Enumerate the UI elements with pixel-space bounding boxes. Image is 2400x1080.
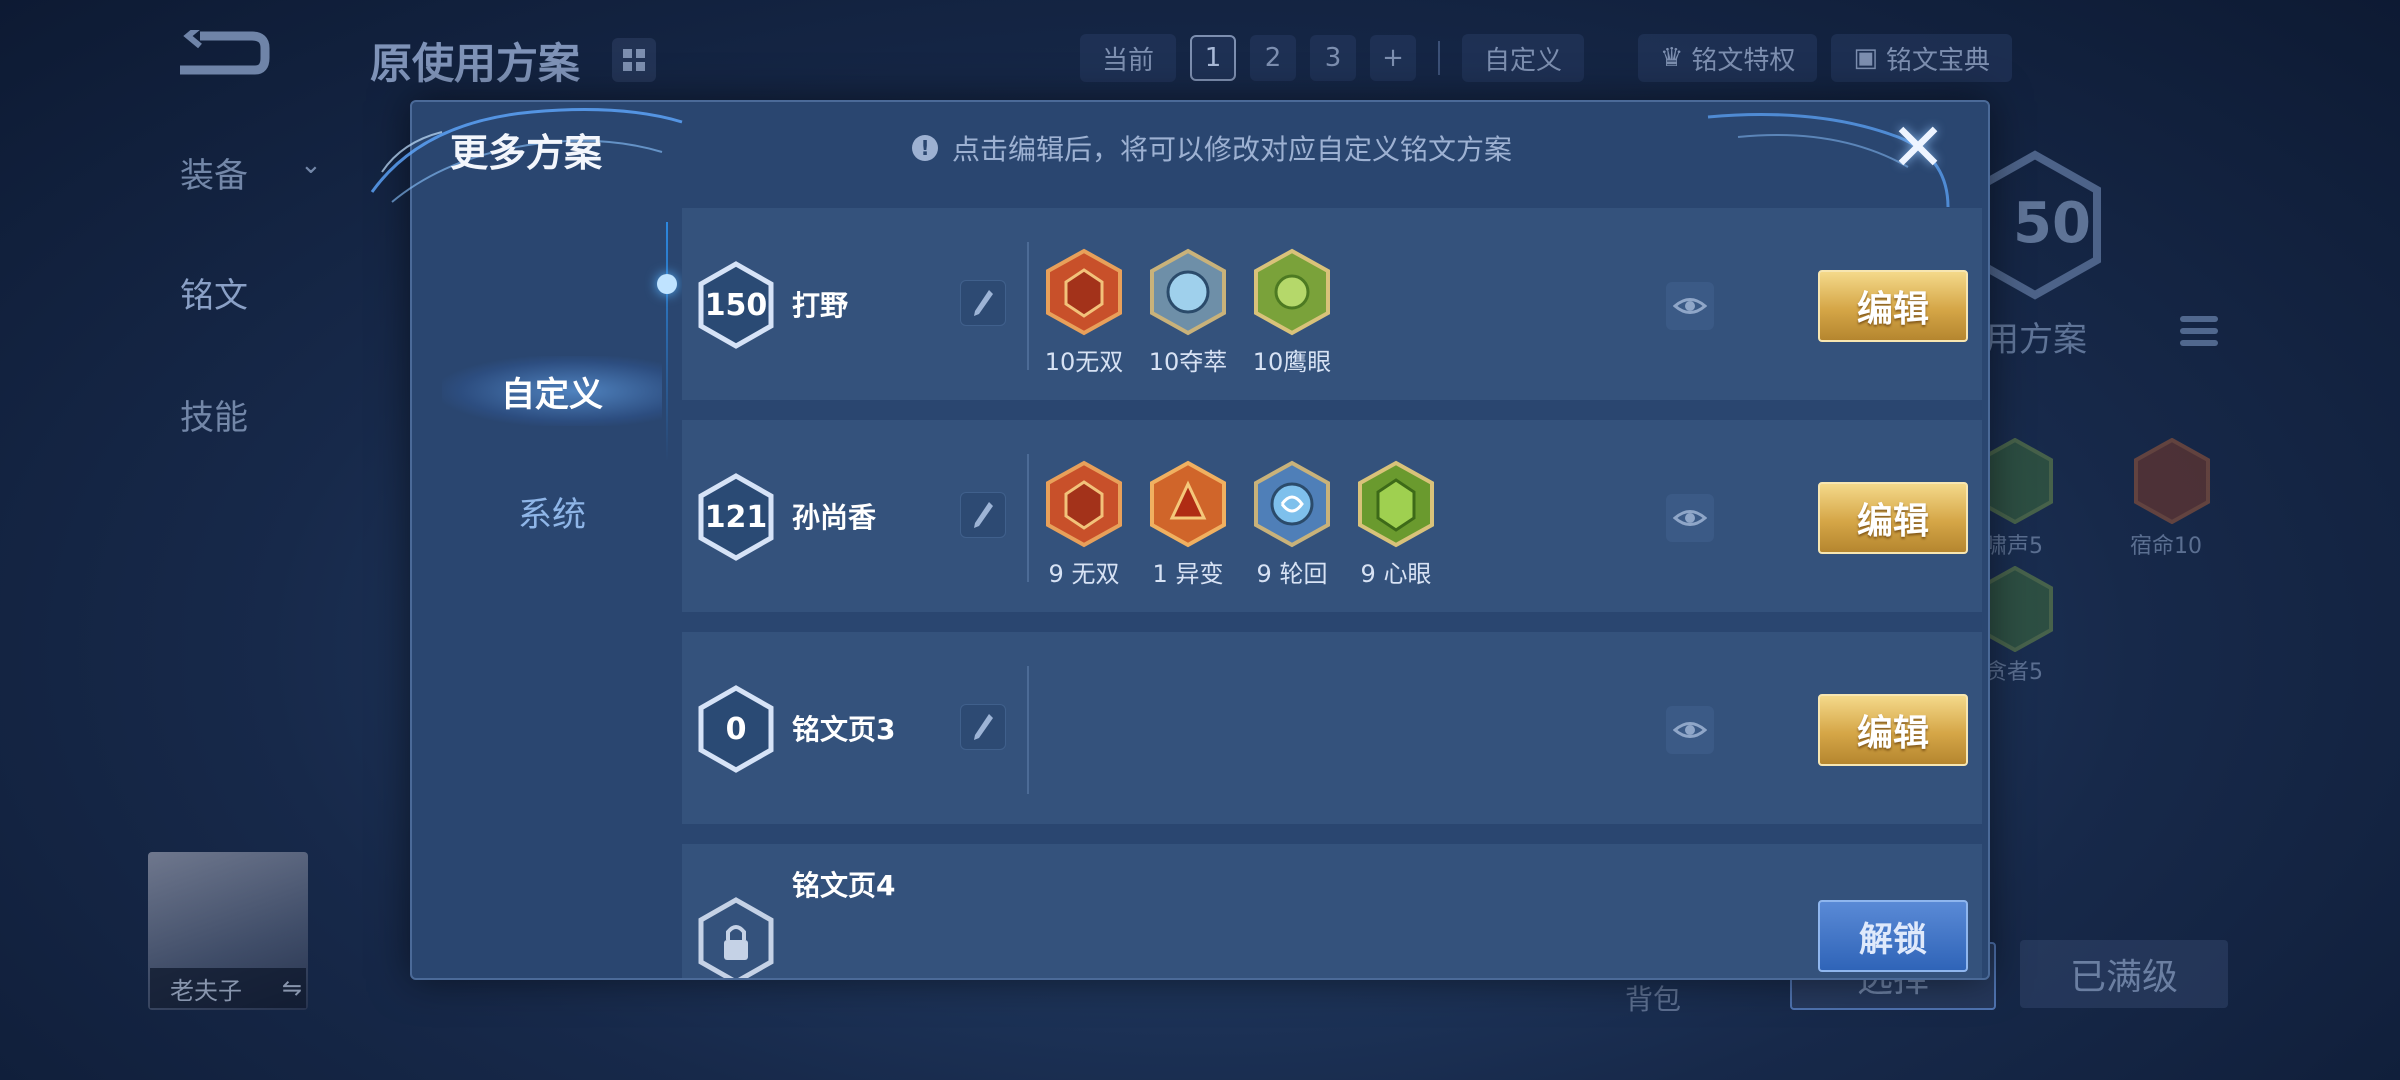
swap-icon: ⇋ (282, 974, 303, 1002)
blue-rune-icon (1150, 248, 1226, 336)
more-plans-dialog: 更多方案 ! 点击编辑后，将可以修改对应自定义铭文方案 ✕ 自定义 系统 150… (370, 100, 1990, 982)
plan-name: 孙尚香 (792, 501, 877, 534)
page-3-button[interactable]: 3 (1310, 35, 1357, 81)
red-rune-icon (1046, 248, 1122, 336)
level-number: 121 (704, 499, 768, 535)
grid-icon[interactable] (612, 38, 656, 82)
side-rune-label: 啸声5 (1985, 534, 2043, 559)
nav-skills[interactable]: 技能 (180, 390, 248, 439)
nav-equipment[interactable]: 装备 (180, 148, 248, 197)
rune-label: 9 轮回 (1256, 560, 1328, 588)
level-badge: 150 (696, 260, 776, 350)
rename-pen-icon[interactable] (960, 704, 1006, 750)
edit-button[interactable]: 编辑 (1818, 270, 1968, 342)
page-1-button[interactable]: 1 (1190, 35, 1237, 81)
chevron-down-icon: ⌄ (300, 150, 322, 180)
rune-book-button[interactable]: ▣ 铭文宝典 (1831, 34, 2012, 82)
plan-label: 用方案 (1985, 320, 2087, 360)
top-toolbar: 当前 1 2 3 + 自定义 ♛ 铭文特权 ▣ 铭文宝典 (1080, 34, 2012, 82)
rune-label: 10无双 (1044, 348, 1124, 376)
rune-label: 9 无双 (1048, 560, 1120, 588)
lock-icon (696, 896, 776, 978)
rune-list: 10无双 10夺萃 10鹰眼 (1044, 248, 1332, 377)
plan-tabs: 自定义 系统 (412, 210, 668, 982)
preview-eye-icon[interactable] (1666, 706, 1714, 754)
svg-text:50: 50 (2013, 191, 2091, 256)
side-rune-label: 贪者5 (1985, 660, 2043, 685)
rune-item: 10无双 (1044, 248, 1124, 377)
plan-name: 铭文页3 (792, 713, 896, 746)
rename-pen-icon[interactable] (960, 280, 1006, 326)
side-rune-label: 宿命10 (2130, 534, 2202, 559)
current-label: 当前 (1080, 34, 1177, 82)
plan-row[interactable]: 0 铭文页3 编辑 (682, 632, 1982, 828)
rune-privilege-button[interactable]: ♛ 铭文特权 (1638, 34, 1818, 82)
level-badge: 121 (696, 472, 776, 562)
rune-label: 9 心眼 (1360, 560, 1432, 588)
page-2-button[interactable]: 2 (1250, 35, 1297, 81)
tab-custom[interactable]: 自定义 (442, 356, 662, 426)
dialog-header: 更多方案 ! 点击编辑后，将可以修改对应自定义铭文方案 ✕ (370, 102, 1988, 210)
level-badge: 0 (696, 684, 776, 774)
edit-button[interactable]: 编辑 (1818, 482, 1968, 554)
rune-item: 9 轮回 (1252, 460, 1332, 589)
rune-label: 10夺萃 (1148, 348, 1228, 376)
plan-name: 铭文页4 (792, 869, 896, 902)
plan-row[interactable]: 121 孙尚香 9 无双 1 异变 9 轮回 9 心眼 编辑 (682, 420, 1982, 616)
rune-item: 10鹰眼 (1252, 248, 1332, 377)
back-arrow-icon[interactable] (170, 30, 270, 80)
preview-eye-icon[interactable] (1666, 282, 1714, 330)
dialog-title: 更多方案 (450, 131, 603, 175)
green-rune-icon (1254, 248, 1330, 336)
add-page-button[interactable]: + (1370, 35, 1417, 81)
rune-item: 9 心眼 (1356, 460, 1436, 589)
backpack-label[interactable]: 背包 (1625, 978, 1681, 1018)
row-divider (1027, 666, 1029, 794)
hint-text-row: ! 点击编辑后，将可以修改对应自定义铭文方案 (912, 128, 1512, 168)
toolbar-divider (1438, 41, 1441, 75)
preview-eye-icon[interactable] (1666, 494, 1714, 542)
max-level-button[interactable]: 已满级 (2020, 940, 2228, 1008)
red-rune-icon (1150, 460, 1226, 548)
green-rune-icon (1358, 460, 1434, 548)
plan-name: 打野 (792, 289, 849, 322)
rune-item: 1 异变 (1148, 460, 1228, 589)
plan-list[interactable]: 150 打野 10无双 10夺萃 10鹰眼 编辑 121 孙尚香 9 无双 1 … (682, 208, 1982, 978)
plan-row[interactable]: 铭文页4 解锁 (682, 844, 1982, 978)
info-icon: ! (912, 135, 938, 161)
red-rune-icon (2134, 438, 2210, 524)
rune-label: 1 异变 (1152, 560, 1224, 588)
rune-list: 9 无双 1 异变 9 轮回 9 心眼 (1044, 460, 1436, 589)
close-button[interactable]: ✕ (1888, 115, 1948, 181)
rename-pen-icon[interactable] (960, 492, 1006, 538)
nav-runes[interactable]: 铭文 (180, 268, 248, 317)
tab-system[interactable]: 系统 (442, 476, 662, 546)
unlock-button[interactable]: 解锁 (1818, 900, 1968, 972)
rune-label: 10鹰眼 (1252, 348, 1332, 376)
row-divider (1027, 242, 1029, 370)
menu-icon[interactable] (2180, 316, 2218, 352)
hint-text: 点击编辑后，将可以修改对应自定义铭文方案 (952, 133, 1513, 166)
plan-row[interactable]: 150 打野 10无双 10夺萃 10鹰眼 编辑 (682, 208, 1982, 404)
custom-button[interactable]: 自定义 (1462, 34, 1585, 82)
active-tab-indicator (657, 274, 677, 294)
blue-rune-icon (1254, 460, 1330, 548)
level-number: 0 (725, 711, 747, 747)
row-divider (1027, 454, 1029, 582)
edit-button[interactable]: 编辑 (1818, 694, 1968, 766)
rune-book-icon: ▣ (1853, 43, 1878, 73)
rune-privilege-icon: ♛ (1660, 43, 1684, 73)
red-rune-icon (1046, 460, 1122, 548)
tab-divider (666, 222, 668, 462)
rune-item: 10夺萃 (1148, 248, 1228, 377)
rune-item: 9 无双 (1044, 460, 1124, 589)
player-name: 老夫子 (170, 976, 242, 1005)
level-number: 150 (704, 287, 768, 323)
player-name-bar[interactable]: 老夫子 ⇋ (150, 968, 306, 1008)
